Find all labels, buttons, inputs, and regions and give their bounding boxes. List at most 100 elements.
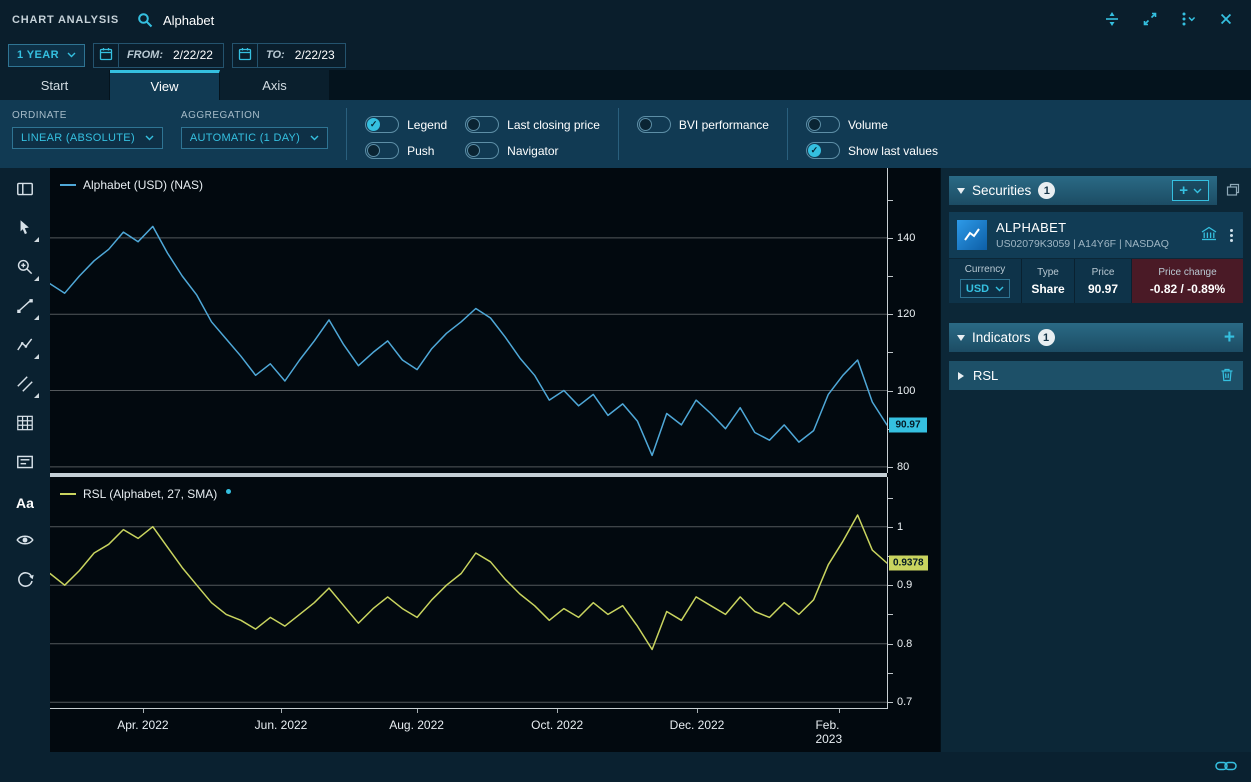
toggle-legend[interactable]: Legend — [365, 116, 447, 133]
chevron-down-icon — [67, 52, 76, 58]
line-tool-icon — [15, 296, 35, 321]
toggle-switch — [806, 142, 840, 159]
zoom-tool-button[interactable] — [8, 254, 42, 284]
calendar-icon — [99, 47, 113, 64]
price-chart-plot[interactable]: Alphabet (USD) (NAS) — [50, 168, 887, 473]
tab-view[interactable]: View — [110, 70, 220, 100]
rsl-y-axis[interactable]: 10.90.80.70.9378 — [887, 477, 940, 709]
currency-select[interactable]: USD — [960, 279, 1010, 298]
currency-label: Currency — [965, 264, 1006, 275]
panel-toggle-icon — [15, 179, 35, 204]
x-axis[interactable]: Apr. 2022Jun. 2022Aug. 2022Oct. 2022Dec.… — [50, 709, 887, 752]
last-value-tag: 0.9378 — [889, 556, 928, 571]
security-chart-icon — [957, 220, 987, 250]
security-card-icons — [1198, 224, 1235, 246]
add-security-button[interactable]: + — [1172, 180, 1209, 201]
rsl-chart-panel: RSL (Alphabet, 27, SMA) 10.90.80.70.9378 — [50, 477, 940, 709]
x-axis-tick — [557, 709, 558, 713]
indicators-count-badge: 1 — [1038, 329, 1055, 346]
toggle-push[interactable]: Push — [365, 142, 447, 159]
indicator-row-rsl[interactable]: RSL — [949, 361, 1243, 390]
x-tick-label: Apr. 2022 — [117, 718, 168, 732]
y-axis-tick — [888, 352, 893, 353]
reset-view-icon — [15, 569, 35, 594]
exchange-icon — [1200, 226, 1218, 245]
price-chart[interactable] — [50, 168, 887, 473]
toggle-show-last-values[interactable]: Show last values — [806, 142, 938, 159]
tab-start[interactable]: Start — [0, 70, 110, 100]
x-axis-tick — [839, 709, 840, 713]
cursor-tool-button[interactable] — [8, 215, 42, 245]
x-axis-tick — [697, 709, 698, 713]
exchange-button[interactable] — [1198, 224, 1220, 246]
toggle-navigator[interactable]: Navigator — [465, 142, 600, 159]
price-y-axis[interactable]: 1401201008090.97 — [887, 168, 940, 473]
bottom-bar — [0, 752, 1251, 782]
ordinate-select[interactable]: LINEAR (ABSOLUTE) — [12, 127, 163, 149]
y-tick-label: 0.8 — [897, 638, 912, 650]
fullscreen-button[interactable] — [1137, 7, 1163, 33]
grid-button[interactable] — [8, 410, 42, 440]
security-options-button[interactable] — [1228, 227, 1235, 244]
add-indicator-button[interactable]: + — [1224, 328, 1235, 347]
price-cell: Price 90.97 — [1075, 259, 1131, 303]
security-text: ALPHABET US02079K3059 | A14Y6F | NASDAQ — [996, 220, 1189, 250]
y-axis-tick — [888, 276, 893, 277]
from-calendar-button[interactable] — [94, 44, 119, 67]
dock-window-button[interactable] — [1099, 7, 1125, 33]
trend-line-tool-button[interactable] — [8, 332, 42, 362]
security-card[interactable]: ALPHABET US02079K3059 | A14Y6F | NASDAQ — [949, 212, 1243, 258]
eye-icon — [15, 530, 35, 555]
more-options-icon — [1178, 10, 1198, 31]
detach-panel-button[interactable] — [1223, 180, 1243, 203]
security-details: US02079K3059 | A14Y6F | NASDAQ — [996, 238, 1189, 250]
to-date-value[interactable]: 2/22/23 — [291, 48, 345, 62]
x-tick-label: Feb. 2023 — [815, 718, 863, 746]
link-button[interactable] — [1213, 754, 1239, 780]
toggle-volume[interactable]: Volume — [806, 116, 938, 133]
delete-indicator-button[interactable] — [1220, 367, 1234, 385]
securities-title: Securities — [972, 183, 1031, 198]
date-controls-row: 1 YEAR FROM: 2/22/22 TO: 2/22/23 — [0, 40, 1251, 70]
trash-icon — [1220, 367, 1234, 385]
toggle-last-closing-price[interactable]: Last closing price — [465, 116, 600, 133]
channel-tool-button[interactable] — [8, 371, 42, 401]
close-button[interactable] — [1213, 7, 1239, 33]
chevron-down-icon — [145, 135, 154, 141]
tab-bar: Start View Axis — [0, 70, 1251, 100]
toggle-column-volume-lastvalues: Volume Show last values — [806, 108, 938, 160]
toggle-switch — [465, 142, 499, 159]
toggle-switch — [365, 116, 399, 133]
cursor-icon — [15, 218, 35, 243]
more-options-button[interactable] — [1175, 7, 1201, 33]
reset-view-button[interactable] — [8, 566, 42, 596]
indicators-header[interactable]: Indicators 1 + — [949, 323, 1243, 352]
security-search-value[interactable]: Alphabet — [163, 13, 214, 28]
text-tool-button[interactable]: Aa — [8, 488, 42, 518]
aggregation-group: AGGREGATION AUTOMATIC (1 DAY) — [181, 108, 328, 160]
legend-box-button[interactable] — [8, 449, 42, 479]
detach-window-icon — [1225, 186, 1241, 201]
time-range-select[interactable]: 1 YEAR — [8, 44, 85, 67]
dock-window-icon — [1103, 10, 1121, 31]
from-date-value[interactable]: 2/22/22 — [169, 48, 223, 62]
legend-line-swatch — [60, 184, 76, 186]
main-area: Aa Alphabet (USD) (NAS) 1401201008090.97… — [0, 168, 1251, 752]
visibility-button[interactable] — [8, 527, 42, 557]
rsl-chart[interactable] — [50, 477, 887, 708]
fullscreen-icon — [1141, 10, 1159, 31]
x-tick-label: Jun. 2022 — [255, 718, 308, 732]
price-chart-legend: Alphabet (USD) (NAS) — [60, 178, 203, 192]
tab-axis[interactable]: Axis — [220, 70, 330, 100]
panel-toggle-button[interactable] — [8, 176, 42, 206]
toggle-bvi-performance[interactable]: BVI performance — [637, 116, 769, 133]
text-tool-icon: Aa — [16, 495, 34, 511]
search-icon[interactable] — [137, 12, 153, 28]
rsl-chart-plot[interactable]: RSL (Alphabet, 27, SMA) — [50, 477, 887, 709]
securities-header[interactable]: Securities 1 + — [949, 176, 1217, 205]
aggregation-select[interactable]: AUTOMATIC (1 DAY) — [181, 127, 328, 149]
line-tool-button[interactable] — [8, 293, 42, 323]
price-change-label: Price change — [1158, 267, 1216, 278]
chevron-down-icon — [310, 135, 319, 141]
to-calendar-button[interactable] — [233, 44, 258, 67]
